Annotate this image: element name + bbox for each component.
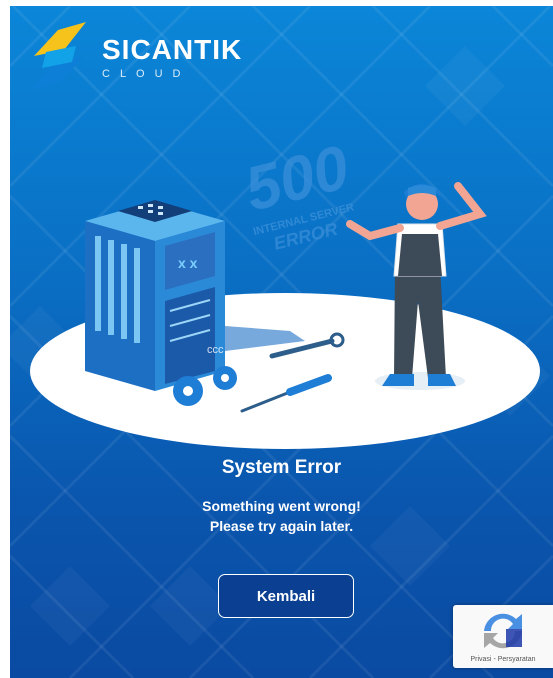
brand-subtitle: CLOUD — [102, 68, 191, 80]
recaptcha-icon — [484, 613, 522, 649]
error-message-line-2: Please try again later. — [209, 518, 354, 534]
brand-name: SICANTIK — [102, 34, 243, 65]
brand-logo: SICANTIK CLOUD — [28, 16, 242, 96]
recaptcha-terms-link[interactable]: Persyaratan — [498, 656, 536, 663]
error-title: System Error — [221, 457, 342, 478]
sicantik-logo-icon — [32, 22, 86, 90]
recaptcha-privacy-link[interactable]: Privasi — [470, 656, 491, 663]
illustration-watermark: ccc — [207, 344, 224, 356]
error-screen: SICANTIK CLOUD 500 INTERNAL SERVER ERROR… — [10, 6, 553, 678]
error-message-line-1: Something went wrong! — [202, 498, 361, 514]
error-illustration: 500 INTERNAL SERVER ERROR x x ccc — [30, 133, 540, 449]
server-rack-icon: x x — [85, 200, 225, 391]
recaptcha-badge[interactable]: Privasi - Persyaratan — [453, 605, 553, 668]
back-button[interactable]: Kembali — [218, 574, 354, 618]
recaptcha-separator: - — [493, 656, 496, 663]
svg-text:x x: x x — [178, 255, 198, 271]
